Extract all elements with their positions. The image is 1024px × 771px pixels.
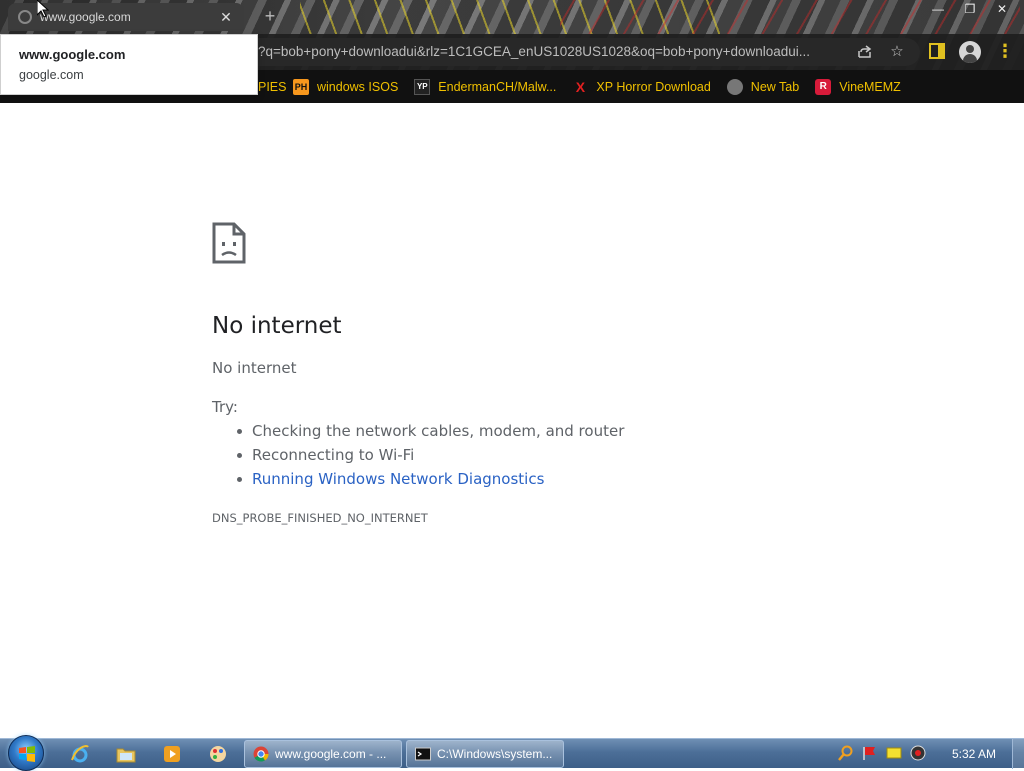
bookmark-endermanch[interactable]: YP EndermanCH/Malw... xyxy=(414,78,557,95)
start-button[interactable] xyxy=(8,735,44,771)
system-tray xyxy=(838,745,926,761)
notification-icon[interactable] xyxy=(886,745,902,761)
hover-card-title: www.google.com xyxy=(19,47,126,62)
address-bar[interactable]: ?q=bob+pony+downloadui&rlz=1C1GCEA_enUS1… xyxy=(240,38,920,66)
r-icon: R xyxy=(815,78,832,95)
minimize-button[interactable]: — xyxy=(924,0,952,18)
taskbar-chrome-window[interactable]: www.google.com - ... xyxy=(244,740,402,768)
suggestion-item: Checking the network cables, modem, and … xyxy=(236,421,624,445)
profile-avatar-icon[interactable] xyxy=(959,41,981,63)
side-panel-icon[interactable] xyxy=(929,43,945,59)
tab-title: www.google.com xyxy=(40,10,131,24)
search-icon[interactable] xyxy=(838,745,854,761)
command-prompt-icon xyxy=(415,747,431,761)
bookmark-label: XP Horror Download xyxy=(596,79,711,94)
bookmark-label: windows ISOS xyxy=(317,79,399,94)
windows-logo-icon xyxy=(19,746,35,762)
suggestion-item: Reconnecting to Wi-Fi xyxy=(236,445,624,469)
bookmark-label: VineMEMZ xyxy=(839,79,901,94)
ph-icon: PH xyxy=(293,78,309,95)
network-diagnostics-link[interactable]: Running Windows Network Diagnostics xyxy=(236,469,624,493)
bookmark-label: New Tab xyxy=(750,79,800,94)
bookmark-new-tab[interactable]: New Tab xyxy=(726,78,800,95)
error-title: No internet xyxy=(212,313,342,339)
chrome-icon xyxy=(253,746,269,762)
mouse-cursor-icon xyxy=(37,0,49,18)
bookmark-label: EndermanCH/Malw... xyxy=(438,79,557,94)
menu-icon[interactable]: ⋮ xyxy=(996,40,1014,64)
tab-hover-card: www.google.com google.com xyxy=(0,34,258,95)
taskbar-clock[interactable]: 5:32 AM xyxy=(952,747,996,761)
show-desktop-button[interactable] xyxy=(1012,739,1024,769)
paint-icon[interactable] xyxy=(206,742,230,766)
hover-card-domain: google.com xyxy=(19,68,84,82)
yp-icon: YP xyxy=(414,78,431,95)
taskbar: www.google.com - ... C:\Windows\system..… xyxy=(0,735,1024,771)
star-icon[interactable]: ☆ xyxy=(888,43,906,61)
omnibox-actions: ☆ xyxy=(856,43,906,61)
taskbar-cmd-window[interactable]: C:\Windows\system... xyxy=(406,740,564,768)
error-code: DNS_PROBE_FINISHED_NO_INTERNET xyxy=(212,511,428,525)
bookmark-xp-horror[interactable]: X XP Horror Download xyxy=(572,78,711,95)
close-icon[interactable]: ✕ xyxy=(218,9,234,25)
bookmark-windows-isos[interactable]: PH windows ISOS xyxy=(293,78,399,95)
page-content: No internet No internet Try: Checking th… xyxy=(0,103,1024,738)
window-controls: — ❐ ✕ xyxy=(924,0,1016,18)
new-tab-button[interactable]: + xyxy=(262,6,278,26)
share-icon[interactable] xyxy=(856,43,874,61)
media-player-icon[interactable] xyxy=(160,742,184,766)
bookmark-vinememz[interactable]: R VineMEMZ xyxy=(815,78,901,95)
suggestion-list: Checking the network cables, modem, and … xyxy=(236,421,624,493)
globe-icon xyxy=(726,78,743,95)
restore-button[interactable]: ❐ xyxy=(956,0,984,18)
try-label: Try: xyxy=(212,398,238,416)
task-label: C:\Windows\system... xyxy=(437,747,553,761)
sad-page-icon xyxy=(212,222,246,264)
action-center-flag-icon[interactable] xyxy=(862,745,878,761)
error-subtitle: No internet xyxy=(212,359,297,377)
bookmark-partial[interactable]: PIES xyxy=(258,80,287,94)
close-window-button[interactable]: ✕ xyxy=(988,0,1016,18)
volume-icon[interactable] xyxy=(910,745,926,761)
tab-strip: www.google.com ✕ + — ❐ ✕ xyxy=(0,0,1024,34)
internet-explorer-icon[interactable] xyxy=(68,742,92,766)
file-explorer-icon[interactable] xyxy=(114,742,138,766)
task-label: www.google.com - ... xyxy=(275,747,387,761)
x-icon: X xyxy=(575,78,586,95)
loading-icon xyxy=(18,10,32,24)
bookmark-list: PH windows ISOS YP EndermanCH/Malw... X … xyxy=(293,78,917,95)
